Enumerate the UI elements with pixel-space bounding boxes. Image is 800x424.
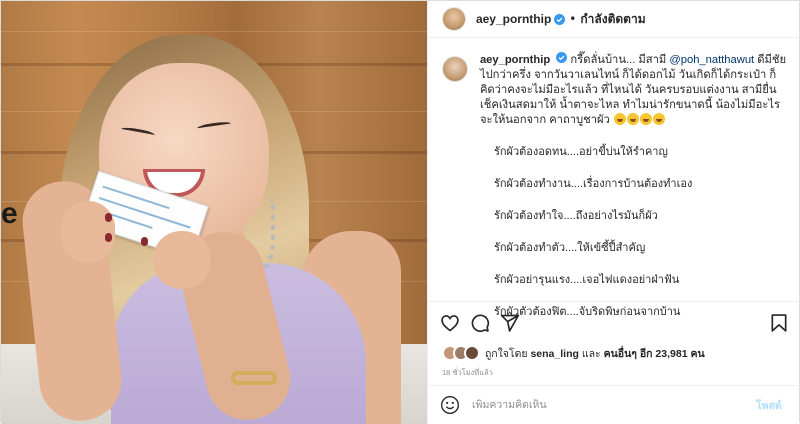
caption-line: รักผัวต้องทำใจ....ถึงอย่างไรมันก็ผัว bbox=[493, 210, 658, 222]
post-photo[interactable]: e bbox=[1, 1, 427, 424]
instagram-post: e aey_pornthip • กำลังติดตาม aey_pornthi… bbox=[0, 0, 800, 424]
heart-icon[interactable] bbox=[440, 313, 460, 333]
comment-icon[interactable] bbox=[470, 313, 490, 333]
caption-area: aey_pornthip กรี๊ดลั่นบ้าน... มีสามี @po… bbox=[428, 52, 800, 318]
post-comment-button[interactable]: โพสต์ bbox=[756, 397, 782, 414]
comment-input[interactable] bbox=[471, 399, 756, 411]
mention-link[interactable]: @poh_natthawut bbox=[669, 54, 754, 66]
bookmark-icon[interactable] bbox=[769, 313, 789, 333]
rofl-emoji-icon bbox=[652, 113, 665, 125]
wall-lettering: e bbox=[1, 197, 18, 230]
liker-avatar[interactable] bbox=[463, 345, 480, 361]
liker-username[interactable]: sena_ling bbox=[530, 348, 578, 360]
gold-bracelet bbox=[231, 371, 277, 385]
caption-line: รักผัวต้องทำตัว....ให้เข้ซี้ปี้สำคัญ bbox=[493, 242, 646, 254]
wood-grain bbox=[1, 31, 427, 32]
author-username[interactable]: aey_pornthip bbox=[476, 12, 551, 26]
painted-nail bbox=[105, 233, 112, 242]
likes-conj: และ bbox=[581, 347, 601, 360]
action-bar bbox=[427, 301, 800, 341]
post-header: aey_pornthip • กำลังติดตาม bbox=[427, 1, 800, 38]
post-timestamp[interactable]: 18 ชั่วโมงที่แล้ว bbox=[442, 367, 493, 379]
caption-line: รักผัวอย่ารุนแรง....เจอไฟแดงอย่าฝ่าฟัน bbox=[493, 274, 680, 286]
likes-row: ถูกใจโดย sena_ling และ คนอื่นๆ อีก 23,98… bbox=[441, 342, 705, 364]
share-icon[interactable] bbox=[500, 313, 520, 333]
rofl-emoji-icon bbox=[613, 113, 626, 125]
post-side-panel: aey_pornthip • กำลังติดตาม aey_pornthip … bbox=[426, 1, 800, 424]
likes-count[interactable]: คนอื่นๆ อีก 23,981 คน bbox=[604, 348, 705, 360]
caption-avatar[interactable] bbox=[441, 56, 468, 82]
comment-bar: โพสต์ bbox=[427, 385, 800, 424]
caption-row: aey_pornthip กรี๊ดลั่นบ้าน... มีสามี @po… bbox=[441, 52, 789, 128]
smiley-icon[interactable] bbox=[440, 395, 460, 415]
likes-text[interactable]: ถูกใจโดย sena_ling และ คนอื่นๆ อีก 23,98… bbox=[485, 345, 705, 362]
rofl-emoji-icon bbox=[639, 113, 652, 125]
likes-prefix: ถูกใจโดย bbox=[484, 347, 528, 360]
caption-text: aey_pornthip กรี๊ดลั่นบ้าน... มีสามี @po… bbox=[480, 52, 789, 128]
avatar[interactable] bbox=[441, 7, 466, 31]
verified-icon bbox=[556, 52, 568, 63]
caption-username[interactable]: aey_pornthip bbox=[480, 54, 550, 66]
painted-nail bbox=[105, 213, 112, 222]
rofl-emoji-icon bbox=[626, 113, 639, 125]
verified-icon bbox=[554, 13, 566, 25]
following-button[interactable]: กำลังติดตาม bbox=[580, 10, 645, 29]
right-hand bbox=[153, 231, 211, 289]
painted-nail bbox=[141, 237, 148, 246]
caption-line: รักผัวต้องอดทน....อย่าขี้บ่นให้รำคาญ bbox=[493, 146, 668, 158]
caption-line: รักผัวต้องทำงาน....เรื่องการบ้านต้องทำเอ… bbox=[493, 178, 693, 190]
left-hand bbox=[61, 201, 115, 263]
caption-body-1: กรี๊ดลั่นบ้าน... มีสามี bbox=[570, 54, 667, 66]
separator-dot: • bbox=[569, 12, 577, 26]
